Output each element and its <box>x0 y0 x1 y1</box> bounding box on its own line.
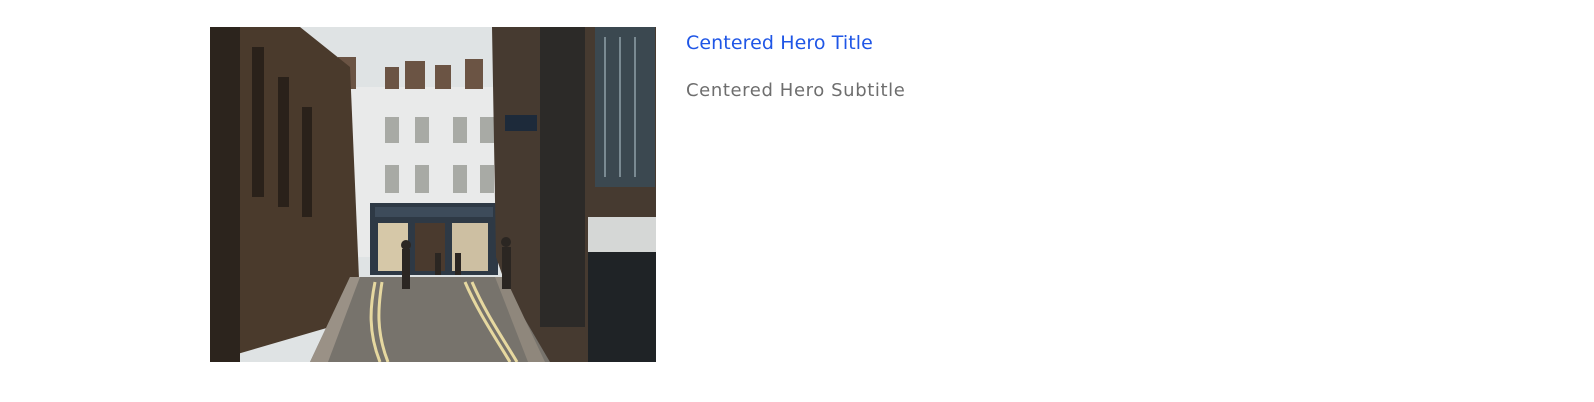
hero-title[interactable]: Centered Hero Title <box>686 31 905 55</box>
hero-subtitle: Centered Hero Subtitle <box>686 80 906 101</box>
centered-hero: Centered Hero Title Centered Hero Subtit… <box>210 27 905 362</box>
street-photo-image <box>210 27 656 362</box>
hero-image <box>210 27 656 362</box>
hero-text-block: Centered Hero Title Centered Hero Subtit… <box>686 27 905 103</box>
